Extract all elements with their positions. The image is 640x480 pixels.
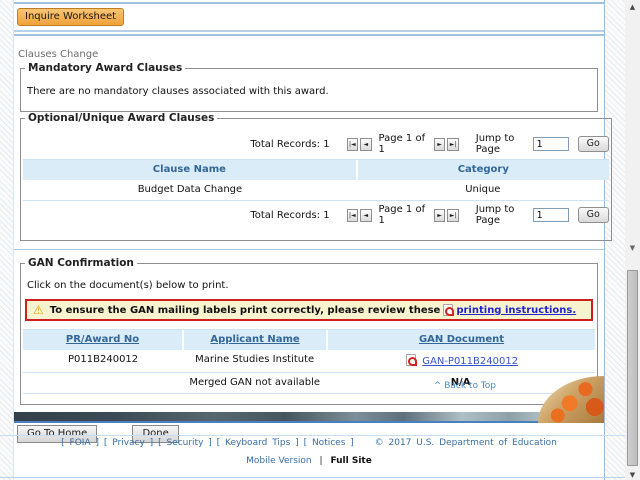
- pagination-bar-bottom: Total Records: 1 |◄ ◄ Page 1 of 1 ► ►| J…: [23, 201, 609, 230]
- app-window: Inquire Worksheet Clauses Change Mandato…: [0, 0, 640, 480]
- double-divider: [14, 30, 604, 36]
- keyboard-tips-link[interactable]: [ Keyboard Tips ]: [217, 438, 299, 448]
- gan-document-header: GAN Document: [328, 330, 595, 350]
- divider-line: [14, 34, 604, 36]
- scroll-down-arrow-icon[interactable]: ▼: [625, 470, 640, 480]
- jump-to-page-input[interactable]: [533, 208, 569, 222]
- footer-top-rule: [0, 435, 640, 436]
- footer-divider: |: [320, 456, 323, 466]
- applicant-name-header: Applicant Name: [184, 330, 326, 350]
- foia-link[interactable]: [ FOIA ]: [61, 438, 99, 448]
- jump-to-page-label: Jump to Page: [476, 133, 533, 155]
- gan-table-row-1: P011B240012 Marine Studies Institute GAN…: [23, 350, 595, 372]
- back-to-top-link[interactable]: ^ Back to Top: [434, 381, 496, 391]
- footer-site-row: Mobile Version | Full Site: [14, 456, 604, 466]
- copyright-text: © 2017 U.S. Department of Education: [375, 438, 557, 448]
- clauses-table-row: Budget Data Change Unique: [23, 180, 609, 200]
- jump-to-page-label: Jump to Page: [476, 204, 533, 226]
- go-button[interactable]: Go: [578, 207, 609, 223]
- gan-document-cell: GAN-P011B240012: [326, 350, 595, 372]
- pdf-icon: [443, 304, 453, 316]
- jump-to-page-input[interactable]: [533, 137, 569, 151]
- pr-award-no-cell-empty: [23, 373, 183, 393]
- scroll-up-arrow-icon[interactable]: ▲: [625, 2, 640, 12]
- vertical-scrollbar[interactable]: ▲ ▼ ▼: [625, 0, 640, 480]
- category-header: Category: [358, 160, 609, 180]
- optional-clauses-legend: Optional/Unique Award Clauses: [25, 112, 217, 124]
- gan-table-row-2: Merged GAN not available N/A: [23, 373, 595, 393]
- total-records-label: Total Records: 1: [23, 210, 346, 221]
- warning-banner: ⚠ To ensure the GAN mailing labels print…: [25, 299, 593, 321]
- prev-page-button[interactable]: ◄: [360, 138, 371, 151]
- pagination-bar-top: Total Records: 1 |◄ ◄ Page 1 of 1 ► ►| J…: [23, 130, 609, 159]
- last-page-button[interactable]: ►|: [447, 209, 458, 222]
- page-indicator: Page 1 of 1: [373, 204, 433, 226]
- clauses-table-header: Clause Name Category: [23, 160, 609, 180]
- scrollbar-thumb[interactable]: [627, 270, 638, 466]
- warning-text: To ensure the GAN mailing labels print c…: [50, 305, 441, 316]
- go-button[interactable]: Go: [578, 136, 609, 152]
- mandatory-clauses-legend: Mandatory Award Clauses: [25, 62, 185, 74]
- page-content: Inquire Worksheet Clauses Change Mandato…: [13, 0, 605, 480]
- merged-gan-cell: Merged GAN not available: [183, 373, 326, 393]
- first-page-button[interactable]: |◄: [347, 138, 358, 151]
- top-divider: [14, 2, 604, 4]
- clause-name-header: Clause Name: [23, 160, 356, 180]
- total-records-label: Total Records: 1: [23, 139, 346, 150]
- applicant-name-cell: Marine Studies Institute: [183, 350, 326, 372]
- page-title: Clauses Change: [18, 49, 604, 60]
- gan-table-header: PR/Award No Applicant Name GAN Document: [23, 330, 595, 350]
- warning-icon: ⚠: [33, 304, 44, 316]
- footer-links-row: [ FOIA ] [ Privacy ] [ Security ] [ Keyb…: [14, 438, 604, 448]
- page-bottom-rule: [0, 477, 640, 478]
- mobile-version-link[interactable]: Mobile Version: [246, 456, 311, 466]
- frame-scroll-arrow-icon[interactable]: ▼: [625, 243, 640, 253]
- mandatory-clauses-fieldset: Mandatory Award Clauses There are no man…: [20, 62, 598, 112]
- applicant-name-header-link[interactable]: Applicant Name: [210, 334, 299, 345]
- privacy-link[interactable]: [ Privacy ]: [104, 438, 153, 448]
- decorative-sky-bar: [14, 412, 604, 421]
- footer: [ FOIA ] [ Privacy ] [ Security ] [ Keyb…: [14, 438, 604, 466]
- optional-clauses-fieldset: Optional/Unique Award Clauses Total Reco…: [20, 112, 612, 241]
- inquire-worksheet-button[interactable]: Inquire Worksheet: [17, 8, 124, 26]
- page-indicator: Page 1 of 1: [373, 133, 433, 155]
- last-page-button[interactable]: ►|: [447, 138, 458, 151]
- category-cell: Unique: [357, 180, 609, 200]
- clause-name-cell: Budget Data Change: [23, 180, 357, 200]
- notices-link[interactable]: [ Notices ]: [304, 438, 354, 448]
- next-page-button[interactable]: ►: [434, 209, 445, 222]
- gan-confirmation-fieldset: GAN Confirmation Click on the document(s…: [20, 257, 598, 405]
- gan-instruction-text: Click on the document(s) below to print.: [23, 275, 595, 293]
- security-link[interactable]: [ Security ]: [158, 438, 212, 448]
- gan-confirmation-legend: GAN Confirmation: [25, 257, 137, 269]
- section-divider: [14, 249, 604, 250]
- pdf-icon: [406, 354, 416, 366]
- printing-instructions-link[interactable]: printing instructions.: [456, 305, 576, 316]
- first-page-button[interactable]: |◄: [347, 209, 358, 222]
- full-site-label: Full Site: [330, 456, 371, 466]
- next-page-button[interactable]: ►: [434, 138, 445, 151]
- mandatory-empty-text: There are no mandatory clauses associate…: [23, 80, 595, 101]
- gan-document-link[interactable]: GAN-P011B240012: [422, 356, 518, 367]
- divider-line: [14, 30, 604, 32]
- row-separator: [23, 393, 595, 394]
- gan-document-header-link[interactable]: GAN Document: [419, 334, 504, 345]
- pr-award-no-cell: P011B240012: [23, 350, 183, 372]
- pr-award-no-header: PR/Award No: [23, 330, 182, 350]
- pr-award-no-header-link[interactable]: PR/Award No: [66, 334, 139, 345]
- decorative-blue-bar: [14, 421, 604, 423]
- prev-page-button[interactable]: ◄: [360, 209, 371, 222]
